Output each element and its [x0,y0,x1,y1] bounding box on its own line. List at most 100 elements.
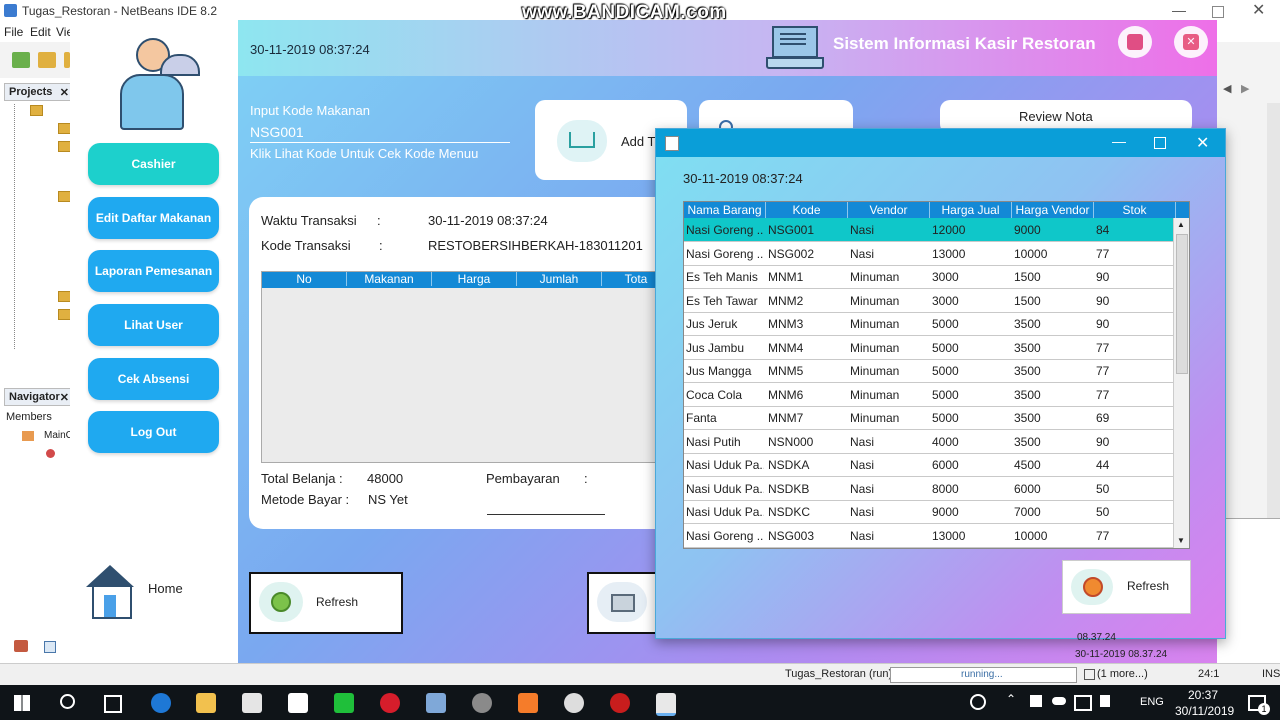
table-cell: NSDKB [768,481,810,496]
window-icon[interactable] [44,641,56,653]
nav-edit-menu-button[interactable]: Edit Daftar Makanan [88,197,219,239]
line-icon[interactable] [334,693,354,713]
task-view-icon[interactable] [104,695,122,713]
folder-icon[interactable] [30,105,43,116]
nav-report-button[interactable]: Laporan Pemesanan [88,250,219,292]
class-icon [22,431,34,441]
order-col-no[interactable]: No [262,272,347,286]
store-icon[interactable] [242,693,262,713]
file-explorer-icon[interactable] [196,693,216,713]
output-scrollbar[interactable] [1267,103,1280,523]
settings-icon[interactable] [472,693,492,713]
minimize-app-icon[interactable] [1118,26,1152,58]
table-row[interactable]: Es Teh Tawar MNM2 Minuman 3000 1500 90 [684,289,1173,313]
order-col-jumlah[interactable]: Jumlah [517,272,602,286]
clock-date[interactable]: 30/11/2019 [1175,704,1234,718]
table-row[interactable]: Nasi Goreng ... NSG003 Nasi 13000 10000 77 [684,524,1173,548]
pembayaran-input[interactable] [487,500,605,515]
close-app-icon[interactable]: ✕ [1174,26,1208,58]
palette-icon[interactable] [14,640,28,652]
menu-table[interactable]: Nama Barang Kode Vendor Harga Jual Harga… [683,201,1190,549]
home-icon[interactable] [82,565,138,619]
table-row[interactable]: Es Teh Manis MNM1 Minuman 3000 1500 90 [684,265,1173,289]
more-tasks-link[interactable]: (1 more...) [1097,668,1148,680]
table-row[interactable]: Jus Jambu MNM4 Minuman 5000 3500 77 [684,336,1173,360]
scroll-up-icon[interactable]: ▲ [1177,220,1185,229]
people-icon[interactable] [970,694,986,710]
xampp-icon[interactable] [518,693,538,713]
col-stok[interactable]: Stok [1094,202,1176,218]
table-row[interactable]: Nasi Uduk Pa... NSDKA Nasi 6000 4500 44 [684,453,1173,477]
table-row[interactable]: Nasi Putih NSN000 Nasi 4000 3500 90 [684,430,1173,454]
arrow-right-icon[interactable]: ▶ [1241,82,1249,95]
nav-attendance-button[interactable]: Cek Absensi [88,358,219,400]
table-row[interactable]: Coca Cola MNM6 Minuman 5000 3500 77 [684,383,1173,407]
nav-cashier-button[interactable]: Cashier [88,143,219,185]
table-cell: 9000 [1014,223,1041,237]
new-file-icon[interactable] [12,52,30,68]
menu-edit[interactable]: Edit [30,25,51,39]
new-project-icon[interactable] [38,52,56,68]
order-table[interactable]: No Makanan Harga Jumlah Tota [261,271,671,463]
arrow-left-icon[interactable]: ◀ [1223,82,1231,95]
table-row[interactable]: Nasi Goreng ... NSG001 Nasi 12000 9000 84 [684,218,1173,242]
col-nama-barang[interactable]: Nama Barang [684,202,766,218]
table-row[interactable]: Fanta MNM7 Minuman 5000 3500 69 [684,406,1173,430]
mail-icon[interactable] [288,693,308,713]
table-row[interactable]: Nasi Uduk Pa... NSDKB Nasi 8000 6000 50 [684,477,1173,501]
kode-makanan-input[interactable]: NSG001 [250,124,510,143]
table-cell: 8000 [932,481,959,496]
minimize-icon[interactable]: — [1172,2,1186,18]
col-kode[interactable]: Kode [766,202,848,218]
onedrive-icon[interactable] [1052,697,1066,705]
search-icon[interactable] [60,694,75,709]
table-row[interactable]: Jus Jeruk MNM3 Minuman 5000 3500 90 [684,312,1173,336]
java-app-icon[interactable] [656,693,676,716]
table-cell: Nasi [850,458,875,472]
refresh-button[interactable]: Refresh [249,572,403,634]
table-cell: Nasi [850,481,875,496]
scroll-thumb[interactable] [1176,234,1188,374]
clock-time[interactable]: 20:37 [1188,688,1218,702]
nav-users-button[interactable]: Lihat User [88,304,219,346]
dialog-minimize-icon[interactable]: — [1112,133,1126,149]
col-harga-vendor[interactable]: Harga Vendor [1012,202,1094,218]
col-vendor[interactable]: Vendor [848,202,930,218]
home-label[interactable]: Home [148,581,183,596]
bandicam-icon[interactable] [610,693,630,713]
table-cell: Minuman [850,364,900,378]
windows-start-icon[interactable] [14,695,30,711]
cancel-task-icon[interactable] [1084,669,1095,680]
projects-tab[interactable]: Projects ✕ [4,83,72,101]
table-cell: 3500 [1014,340,1041,355]
network-icon[interactable] [1074,695,1092,711]
order-col-makanan[interactable]: Makanan [347,272,432,286]
dialog-close-icon[interactable]: ✕ [1196,133,1209,153]
menu-file[interactable]: File [4,25,23,39]
app-sidebar: Cashier Edit Daftar Makanan Laporan Peme… [70,20,238,663]
total-belanja-label: Total Belanja : [261,471,343,486]
nav-logout-button[interactable]: Log Out [88,411,219,453]
table-row[interactable]: Nasi Uduk Pa... NSDKC Nasi 9000 7000 50 [684,500,1173,524]
dialog-maximize-icon[interactable] [1154,137,1166,149]
obs-icon[interactable] [564,693,584,713]
volume-icon[interactable] [1100,695,1110,707]
maximize-icon[interactable] [1212,6,1224,18]
scroll-down-icon[interactable]: ▼ [1177,536,1185,545]
table-row[interactable]: Nasi Goreng ... NSG002 Nasi 13000 10000 77 [684,242,1173,266]
order-col-harga[interactable]: Harga [432,272,517,286]
opera-icon[interactable] [380,693,400,713]
table-row[interactable]: Jus Mangga MNM5 Minuman 5000 3500 77 [684,359,1173,383]
security-icon[interactable] [1030,695,1042,707]
tray-arrow-icon[interactable]: ⌃ [1006,692,1016,706]
col-harga-jual[interactable]: Harga Jual [930,202,1012,218]
dialog-refresh-button[interactable]: Refresh [1062,560,1191,614]
close-icon[interactable]: ✕ [1252,0,1265,20]
language-indicator[interactable]: ENG [1140,696,1164,708]
edge-icon[interactable] [151,693,171,713]
print-button[interactable] [587,572,659,634]
navigator-tab[interactable]: Navigator ✕ [4,388,72,406]
box-app-icon[interactable] [426,693,446,713]
navigator-item-main[interactable]: MainC [44,430,73,441]
table-scrollbar[interactable]: ▲ ▼ [1173,218,1189,548]
